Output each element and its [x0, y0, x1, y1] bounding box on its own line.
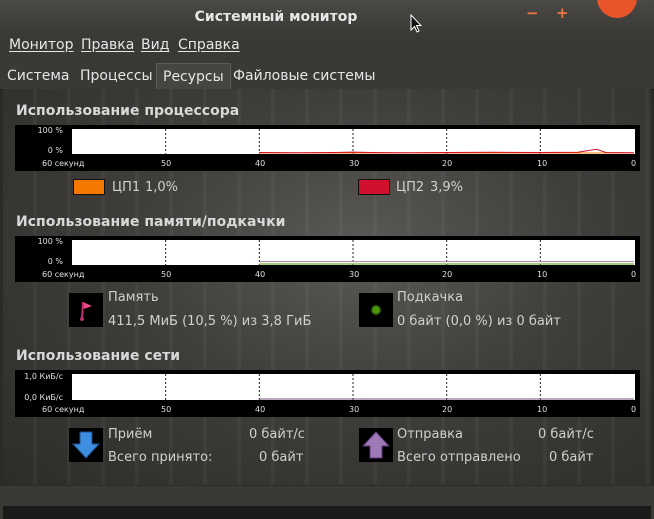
cpu-y-min: 0 %: [47, 146, 63, 155]
network-chart: [165, 374, 634, 400]
send-value: 0 байт/с: [538, 427, 594, 442]
memory-pie-icon[interactable]: [69, 293, 103, 327]
memory-label: Память: [108, 290, 159, 305]
menu-monitor[interactable]: Монитор: [9, 37, 74, 53]
cpu1-color-swatch[interactable]: [73, 179, 105, 195]
memory-y-min: 0 %: [47, 257, 63, 266]
memory-x-label-3: 30: [349, 270, 360, 279]
network-x-label-4: 20: [442, 405, 453, 414]
receive-label: Приём: [108, 427, 153, 442]
cpu-x-label-6: 0: [631, 159, 637, 168]
cpu-y-max: 100 %: [37, 126, 63, 135]
memory-x-label-2: 40: [255, 270, 266, 279]
memory-x-label-4: 20: [442, 270, 453, 279]
total-received-label: Всего принято:: [108, 450, 213, 465]
cpu2-value: 3,9%: [430, 180, 464, 195]
network-x-label-1: 50: [161, 405, 172, 414]
menu-edit[interactable]: Правка: [81, 37, 134, 53]
cpu-x-label-1: 50: [161, 159, 172, 168]
menu-view[interactable]: Вид: [141, 37, 169, 53]
network-plot: [72, 374, 635, 400]
swap-value: 0 байт (0,0 %) из 0 байт: [397, 314, 561, 329]
network-y-min: 0,0 КиБ/с: [24, 393, 63, 402]
total-received-value: 0 байт: [259, 450, 304, 465]
tab-file-systems[interactable]: Файловые системы: [233, 68, 376, 84]
close-button[interactable]: [597, 0, 637, 18]
memory-x-label-1: 50: [161, 270, 172, 279]
cpu-x-label-2: 40: [255, 159, 266, 168]
cpu-section-title: Использование процессора: [16, 103, 240, 119]
cpu-x-label-5: 10: [537, 159, 548, 168]
network-x-label-3: 30: [349, 405, 360, 414]
total-sent-value: 0 байт: [549, 450, 594, 465]
cpu-x-label-0: 60 секунд: [42, 159, 85, 168]
cpu-x-label-3: 30: [349, 159, 360, 168]
memory-x-label-6: 0: [631, 270, 637, 279]
swap-label: Подкачка: [397, 290, 464, 305]
tab-system[interactable]: Система: [7, 68, 69, 84]
memory-graph: 100 % 0 % 60 секунд 50 40 30 20 10 0: [15, 236, 640, 282]
cpu1-value: 1,0%: [145, 180, 179, 195]
memory-section-title: Использование памяти/подкачки: [16, 214, 286, 230]
cpu2-label: ЦП2: [396, 180, 425, 195]
cpu-chart: [165, 129, 635, 154]
menu-help[interactable]: Справка: [178, 37, 240, 53]
menubar: Монитор Правка Вид Справка: [0, 35, 654, 59]
swap-pie-icon[interactable]: [359, 293, 393, 327]
network-y-max: 1,0 КиБ/с: [24, 372, 63, 381]
tab-bar: Система Процессы Ресурсы Файловые систем…: [0, 59, 654, 90]
cpu-graph: 100 % 0 % 60 секунд 50 40 30 20 10 0: [15, 125, 640, 171]
window-title: Системный монитор: [194, 9, 358, 25]
window-titlebar[interactable]: Системный монитор − +: [0, 0, 654, 35]
memory-x-label-5: 10: [537, 270, 548, 279]
receive-value: 0 байт/с: [249, 427, 305, 442]
receive-arrow-icon[interactable]: [69, 428, 103, 462]
memory-chart: [165, 240, 634, 265]
network-x-label-6: 0: [631, 405, 637, 414]
send-arrow-icon[interactable]: [359, 428, 393, 462]
minimize-button[interactable]: −: [526, 4, 539, 22]
memory-x-label-0: 60 секунд: [42, 270, 85, 279]
total-sent-label: Всего отправлено: [397, 450, 521, 465]
send-label: Отправка: [397, 427, 464, 442]
network-section-title: Использование сети: [16, 348, 181, 364]
tab-processes[interactable]: Процессы: [80, 68, 153, 84]
cpu-x-label-4: 20: [442, 159, 453, 168]
network-x-label-2: 40: [255, 405, 266, 414]
maximize-button[interactable]: +: [556, 4, 569, 22]
bottom-strip: [3, 506, 651, 519]
tab-resources[interactable]: Ресурсы: [156, 63, 231, 89]
memory-value: 411,5 МиБ (10,5 %) из 3,8 ГиБ: [108, 314, 312, 329]
cpu-plot: [72, 129, 635, 154]
cpu1-label: ЦП1: [112, 180, 141, 195]
network-graph: 1,0 КиБ/с 0,0 КиБ/с 60 секунд 50 40 30 2…: [15, 370, 640, 417]
cpu2-color-swatch[interactable]: [358, 179, 390, 195]
memory-plot: [72, 240, 635, 265]
mouse-cursor-icon: [410, 14, 422, 33]
network-x-label-0: 60 секунд: [42, 405, 85, 414]
resources-panel: Использование процессора 100 % 0 % 60 се…: [3, 89, 651, 485]
network-x-label-5: 10: [537, 405, 548, 414]
memory-y-max: 100 %: [37, 237, 63, 246]
